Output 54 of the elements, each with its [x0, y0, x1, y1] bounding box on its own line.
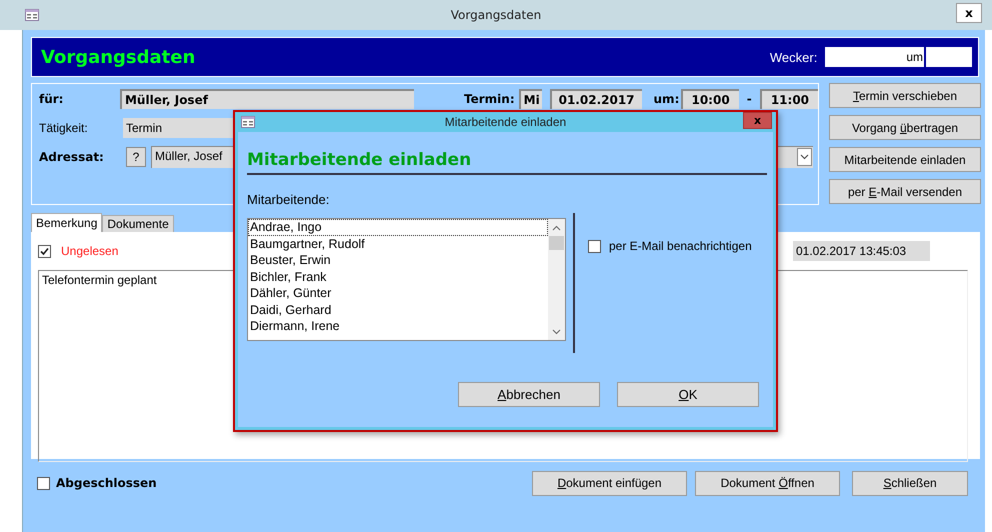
dialog-heading: Mitarbeitende einladen: [247, 149, 472, 170]
list-item[interactable]: Beuster, Erwin: [248, 252, 548, 268]
start-time-field[interactable]: 10:00: [680, 89, 739, 109]
action-button[interactable]: Mitarbeitende einladen: [829, 147, 981, 172]
alarm-label: Wecker:: [770, 50, 818, 64]
action-button[interactable]: per E-Mail versenden: [829, 179, 981, 204]
field-label: Tätigkeit:: [39, 121, 89, 135]
close-button[interactable]: x: [743, 112, 772, 129]
alarm-date-field[interactable]: [825, 47, 906, 67]
end-time-field[interactable]: 11:00: [760, 89, 818, 109]
scrollbar[interactable]: [548, 219, 565, 340]
window-title: Vorgangsdaten: [450, 8, 542, 22]
field-label: um:: [654, 92, 680, 106]
form-heading: Vorgangsdaten: [41, 46, 196, 68]
alarm-time-label: um: [905, 47, 924, 67]
list-item[interactable]: Dähler, Günter: [248, 285, 548, 302]
field-label: für:: [39, 92, 64, 106]
alarm-time-field[interactable]: [926, 47, 972, 67]
checkbox[interactable]: [38, 244, 51, 258]
tab[interactable]: Bemerkung: [31, 213, 102, 232]
weekday-field[interactable]: Mi: [518, 89, 542, 109]
list-item[interactable]: Daidi, Gerhard: [248, 302, 548, 318]
close-button[interactable]: x: [956, 3, 982, 23]
tab[interactable]: Dokumente: [102, 215, 174, 232]
dialog-title: Mitarbeitende einladen: [444, 115, 566, 129]
dash-label: -: [746, 92, 753, 106]
caret-icon[interactable]: [797, 148, 812, 166]
action-button[interactable]: Termin verschieben: [829, 83, 981, 108]
field-label: Adressat:: [39, 150, 105, 164]
notify-label: per E-Mail benachrichtigen: [609, 239, 752, 253]
checkbox[interactable]: [588, 240, 601, 252]
lookup-button[interactable]: ?: [126, 147, 146, 167]
unread-label: Ungelesen: [61, 244, 118, 258]
list-item[interactable]: Bichler, Frank: [248, 268, 548, 285]
field-label: Termin:: [463, 92, 515, 106]
list-item[interactable]: Andrae, Ingo: [248, 219, 548, 236]
form-icon: [25, 9, 39, 21]
footer-button[interactable]: Schließen: [852, 470, 968, 496]
action-button[interactable]: Vorgang übertragen: [829, 115, 981, 140]
form-icon: [241, 116, 255, 128]
checkbox[interactable]: [37, 476, 50, 490]
date-field[interactable]: 01.02.2017: [550, 89, 642, 109]
employee-list[interactable]: Andrae, Ingo Baumgartner, Rudolf Beuster, Erwin Bichler, Frank Dähler, Günter Daidi, Gerhard Diermann, Irene: [247, 218, 566, 341]
note-text: Telefontermin geplant: [42, 273, 157, 287]
dialog-button[interactable]: OK: [617, 382, 759, 407]
dialog-button[interactable]: Abbrechen: [458, 382, 600, 407]
closed-label: Abgeschlossen: [56, 476, 157, 490]
list-label: Mitarbeitende:: [247, 192, 330, 207]
list-item[interactable]: Diermann, Irene: [248, 318, 548, 334]
footer-button[interactable]: Dokument einfügen: [532, 470, 687, 496]
footer-button[interactable]: Dokument Öffnen: [695, 470, 840, 496]
timestamp-field: 01.02.2017 13:45:03: [793, 241, 930, 261]
for-field[interactable]: Müller, Josef: [120, 89, 414, 109]
list-item[interactable]: Baumgartner, Rudolf: [248, 236, 548, 252]
